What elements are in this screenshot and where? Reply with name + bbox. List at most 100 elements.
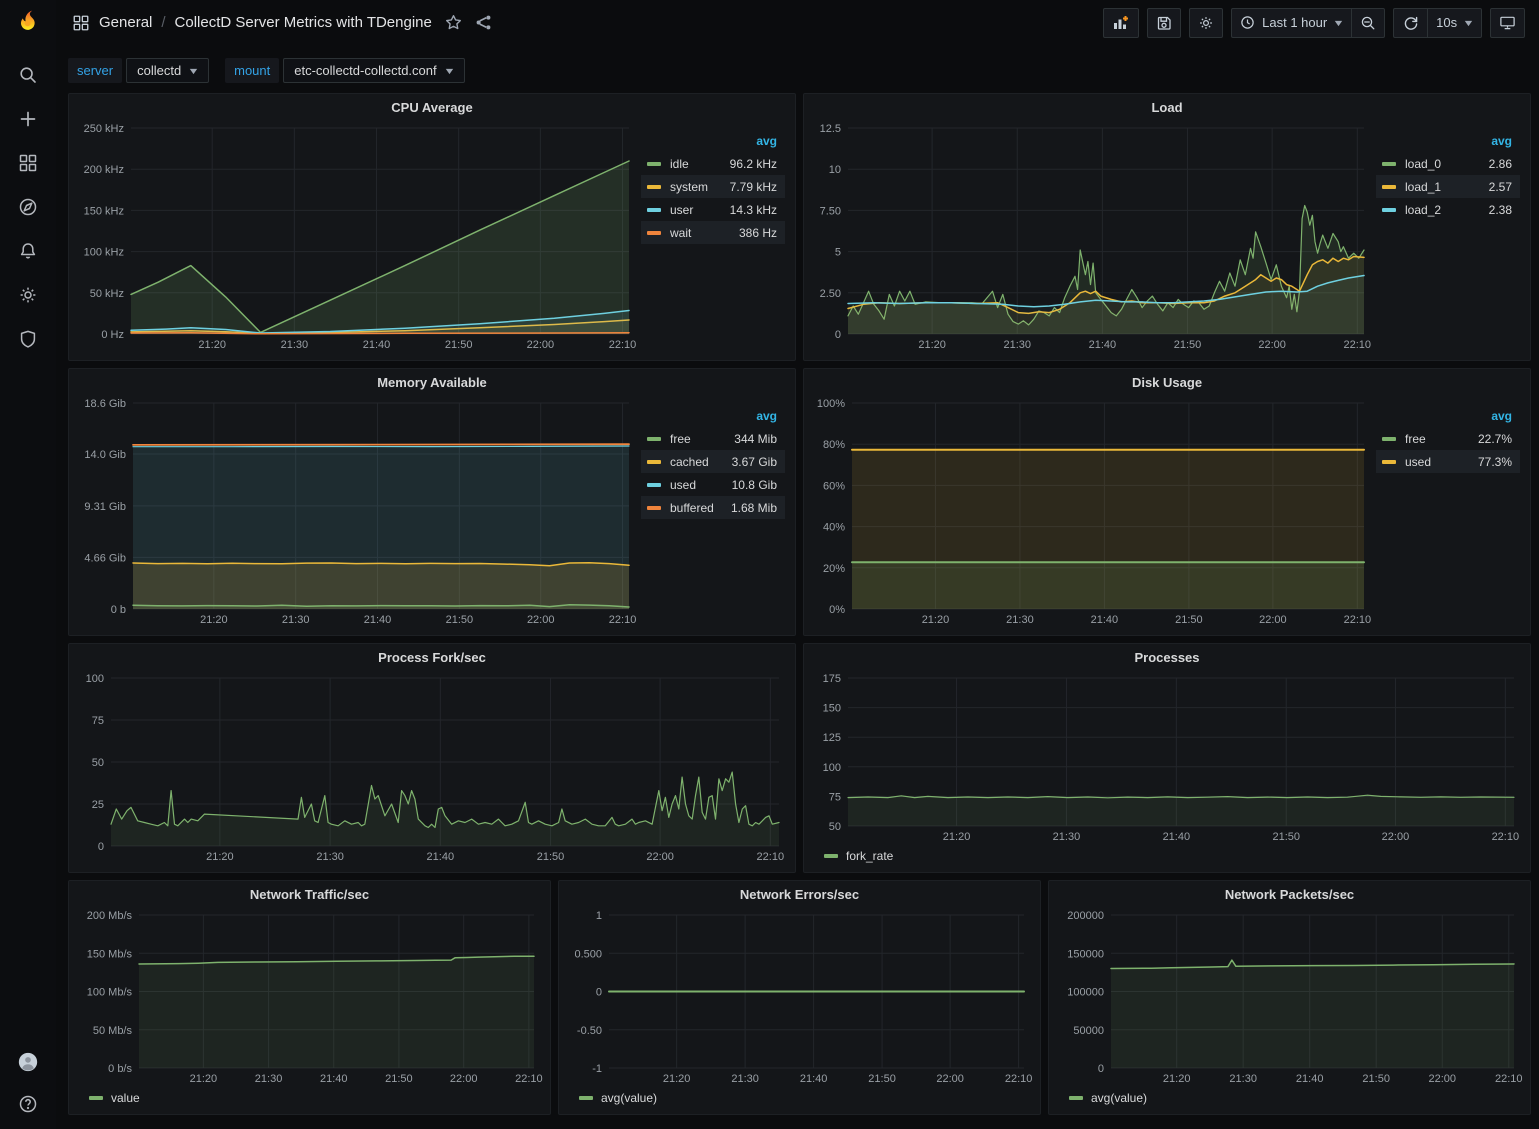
legend-item-load_2[interactable]: load_22.38 (1376, 198, 1520, 221)
legend-item-user[interactable]: user14.3 kHz (641, 198, 785, 221)
legend-item-free[interactable]: free344 Mib (641, 427, 785, 450)
legend-item-system[interactable]: system7.79 kHz (641, 175, 785, 198)
share-icon[interactable] (475, 14, 492, 31)
legend-item-used[interactable]: used77.3% (1376, 450, 1520, 473)
series-swatch (824, 854, 838, 858)
dashboard-title[interactable]: CollectD Server Metrics with TDengine (175, 14, 432, 31)
panel-title[interactable]: Network Traffic/sec (69, 881, 550, 907)
disk-usage-chart[interactable]: 21:2021:3021:4021:5022:0022:100%20%40%60… (810, 395, 1374, 629)
variable-value-picker[interactable]: etc-collectd-collectd.conf ▼ (283, 58, 464, 83)
zoom-out-button[interactable] (1351, 8, 1385, 38)
dashboards-icon[interactable] (17, 152, 39, 174)
help-icon[interactable] (17, 1093, 39, 1115)
save-dashboard-button[interactable] (1147, 8, 1181, 38)
dashboard-settings-button[interactable] (1189, 8, 1223, 38)
process-fork-chart[interactable]: 21:2021:3021:4021:5022:0022:100255075100 (75, 670, 789, 866)
grafana-logo[interactable] (0, 0, 56, 46)
legend-item-load_1[interactable]: load_12.57 (1376, 175, 1520, 198)
network-errors-chart[interactable]: 21:2021:3021:4021:5022:0022:10-1-0.5000.… (565, 907, 1034, 1088)
star-icon[interactable] (445, 14, 462, 31)
svg-text:150: 150 (823, 703, 841, 715)
series-name: wait (670, 226, 739, 240)
avatar-icon[interactable] (17, 1051, 39, 1073)
svg-text:0: 0 (835, 329, 841, 341)
panel-title[interactable]: Memory Available (69, 369, 795, 395)
legend-item-value[interactable]: value (89, 1091, 140, 1105)
variable-value-picker[interactable]: collectd ▼ (126, 58, 209, 83)
series-name: used (670, 478, 732, 492)
svg-text:22:00: 22:00 (1258, 339, 1286, 351)
cpu-average-chart[interactable]: 21:2021:3021:4021:5022:0022:100 Hz50 kHz… (75, 120, 639, 354)
refresh-interval-label: 10s (1436, 15, 1457, 30)
legend-item-avg(value)[interactable]: avg(value) (579, 1091, 657, 1105)
panel-title[interactable]: Network Packets/sec (1049, 881, 1530, 907)
series-name: avg(value) (1091, 1091, 1147, 1105)
series-avg-value: 2.86 (1489, 157, 1512, 171)
svg-text:21:50: 21:50 (1272, 831, 1300, 843)
variable-label: mount (225, 58, 279, 83)
memory-available-chart[interactable]: 21:2021:3021:4021:5022:0022:100 b4.66 Gi… (75, 395, 639, 629)
panel-title[interactable]: Network Errors/sec (559, 881, 1040, 907)
svg-text:21:40: 21:40 (320, 1073, 348, 1085)
legend: avgfree22.7%used77.3% (1374, 395, 1524, 629)
panel-title[interactable]: Disk Usage (804, 369, 1530, 395)
legend: avg(value) (565, 1088, 1034, 1108)
load-chart[interactable]: 21:2021:3021:4021:5022:0022:1002.5057.50… (810, 120, 1374, 354)
search-icon[interactable] (17, 64, 39, 86)
cycle-view-button[interactable] (1490, 8, 1525, 38)
legend-item-load_0[interactable]: load_02.86 (1376, 152, 1520, 175)
gear-icon[interactable] (17, 284, 39, 306)
series-avg-value: 7.79 kHz (730, 180, 777, 194)
legend-item-cached[interactable]: cached3.67 Gib (641, 450, 785, 473)
svg-text:21:50: 21:50 (385, 1073, 413, 1085)
panel-title[interactable]: CPU Average (69, 94, 795, 120)
legend-item-avg(value)[interactable]: avg(value) (1069, 1091, 1147, 1105)
svg-text:21:20: 21:20 (206, 851, 234, 863)
panel-title[interactable]: Processes (804, 644, 1530, 670)
legend-item-fork_rate[interactable]: fork_rate (824, 849, 893, 863)
series-name: load_0 (1405, 157, 1489, 171)
network-packets-chart[interactable]: 21:2021:3021:4021:5022:0022:100500001000… (1055, 907, 1524, 1088)
refresh-interval-button[interactable]: 10s ▼ (1427, 8, 1482, 38)
series-avg-value: 3.67 Gib (732, 455, 777, 469)
bell-icon[interactable] (17, 240, 39, 262)
svg-text:22:10: 22:10 (1495, 1073, 1523, 1085)
processes-chart[interactable]: 21:2021:3021:4021:5022:0022:105075100125… (810, 670, 1524, 846)
svg-text:22:00: 22:00 (1259, 614, 1287, 626)
svg-text:50 kHz: 50 kHz (90, 288, 124, 300)
panel-title[interactable]: Load (804, 94, 1530, 120)
svg-text:100: 100 (86, 673, 104, 685)
shield-icon[interactable] (17, 328, 39, 350)
series-swatch (647, 460, 661, 464)
svg-text:22:00: 22:00 (450, 1073, 478, 1085)
svg-text:12.5: 12.5 (820, 123, 841, 135)
legend-avg-header: avg (641, 132, 785, 152)
network-traffic-chart[interactable]: 21:2021:3021:4021:5022:0022:100 b/s50 Mb… (75, 907, 544, 1088)
svg-text:21:30: 21:30 (281, 339, 309, 351)
refresh-button[interactable] (1393, 8, 1427, 38)
panel-title[interactable]: Process Fork/sec (69, 644, 795, 670)
compass-icon[interactable] (17, 196, 39, 218)
dashboard-grid: CPU Average 21:2021:3021:4021:5022:0022:… (56, 83, 1539, 1127)
legend-item-used[interactable]: used10.8 Gib (641, 473, 785, 496)
legend-item-idle[interactable]: idle96.2 kHz (641, 152, 785, 175)
breadcrumb-folder[interactable]: General (99, 14, 152, 31)
svg-text:200 Mb/s: 200 Mb/s (87, 910, 133, 922)
top-navbar: General / CollectD Server Metrics with T… (56, 0, 1539, 45)
series-swatch (647, 162, 661, 166)
svg-text:21:20: 21:20 (190, 1073, 218, 1085)
grafana-logo-icon (13, 8, 43, 38)
plus-icon[interactable] (17, 108, 39, 130)
svg-text:22:10: 22:10 (1344, 339, 1372, 351)
sidebar-bottom (17, 1051, 39, 1115)
time-range-button[interactable]: Last 1 hour ▼ (1231, 8, 1351, 38)
svg-text:0%: 0% (829, 604, 845, 616)
series-name: free (1405, 432, 1478, 446)
legend-item-buffered[interactable]: buffered1.68 Mib (641, 496, 785, 519)
refresh-picker: 10s ▼ (1393, 8, 1482, 38)
breadcrumb: General / CollectD Server Metrics with T… (72, 14, 492, 32)
legend-item-free[interactable]: free22.7% (1376, 427, 1520, 450)
add-panel-button[interactable] (1103, 8, 1139, 38)
legend-item-wait[interactable]: wait386 Hz (641, 221, 785, 244)
chevron-down-icon: ▼ (443, 66, 455, 76)
